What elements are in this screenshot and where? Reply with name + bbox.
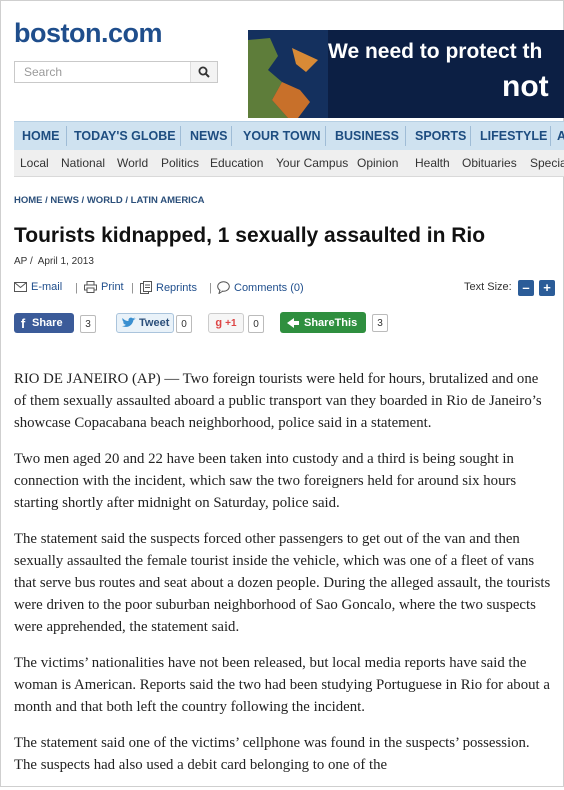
facebook-share-button[interactable]: f Share <box>14 313 74 333</box>
comment-bubble-icon <box>217 281 230 294</box>
reprints-link[interactable]: Reprints <box>140 281 197 294</box>
article-paragraph: The victims’ nationalities have not been… <box>14 655 550 715</box>
nav-divider <box>470 126 471 146</box>
byline-date: April 1, 2013 <box>37 256 94 267</box>
facebook-icon: f <box>20 315 26 331</box>
banner-subline: not <box>502 70 549 103</box>
nav-divider <box>231 126 232 146</box>
nav-divider <box>180 126 181 146</box>
twitter-bird-icon <box>122 317 136 327</box>
nav-divider <box>405 126 406 146</box>
subnav-health[interactable]: Health <box>415 150 450 176</box>
search-icon <box>198 66 210 78</box>
subnav-education[interactable]: Education <box>210 150 263 176</box>
sharethis-button[interactable]: ShareThis <box>280 312 366 333</box>
document-icon <box>140 281 152 294</box>
search-box <box>14 61 218 83</box>
nav-your-town[interactable]: YOUR TOWN <box>237 122 327 150</box>
text-size-label: Text Size: <box>464 281 512 293</box>
facebook-share-label: Share <box>32 317 63 329</box>
email-link[interactable]: E-mail <box>14 281 62 293</box>
tools-divider: | <box>131 282 134 294</box>
search-input[interactable] <box>15 62 194 82</box>
article-paragraph: The statement said one of the victims’ c… <box>14 735 530 773</box>
nav-todays-globe[interactable]: TODAY'S GLOBE <box>68 122 182 150</box>
text-size-increase-button[interactable]: + <box>539 280 555 296</box>
secondary-nav: Local National World Politics Education … <box>14 150 564 177</box>
article-paragraph: RIO DE JANEIRO (AP) — Two foreign touris… <box>14 371 542 431</box>
article-body: RIO DE JANEIRO (AP) — Two foreign touris… <box>14 368 554 790</box>
nav-news[interactable]: NEWS <box>184 122 234 150</box>
envelope-icon <box>14 282 27 292</box>
google-plus-icon: g <box>215 317 223 329</box>
search-button[interactable] <box>190 62 217 82</box>
nav-lifestyle[interactable]: LIFESTYLE <box>474 122 553 150</box>
subnav-special[interactable]: Specia <box>530 150 564 176</box>
subnav-your-campus[interactable]: Your Campus <box>276 150 348 176</box>
byline: AP / April 1, 2013 <box>14 256 94 267</box>
reprints-label: Reprints <box>156 281 197 294</box>
subnav-world[interactable]: World <box>117 150 148 176</box>
article-paragraph: The statement said the suspects forced o… <box>14 531 551 635</box>
nav-more[interactable]: A <box>551 122 564 150</box>
print-label: Print <box>101 281 124 293</box>
sharethis-count: 3 <box>372 314 388 332</box>
breadcrumb-news[interactable]: NEWS <box>50 195 79 206</box>
breadcrumb: HOME / NEWS / WORLD / LATIN AMERICA <box>14 195 205 206</box>
comments-label: Comments (0) <box>234 281 304 294</box>
article-title: Tourists kidnapped, 1 sexually assaulted… <box>14 224 486 247</box>
nav-home[interactable]: HOME <box>16 122 66 150</box>
ad-banner[interactable]: We need to protect th not <box>248 30 564 118</box>
tweet-label: Tweet <box>139 317 170 329</box>
nav-divider <box>66 126 67 146</box>
share-icon <box>287 317 299 328</box>
subnav-politics[interactable]: Politics <box>161 150 199 176</box>
twitter-tweet-button[interactable]: Tweet <box>116 313 174 333</box>
google-plus-button[interactable]: g +1 <box>208 313 244 333</box>
comments-link[interactable]: Comments (0) <box>217 281 304 294</box>
nav-sports[interactable]: SPORTS <box>409 122 472 150</box>
breadcrumb-world[interactable]: WORLD <box>87 195 123 206</box>
email-label: E-mail <box>31 281 63 293</box>
sharethis-label: ShareThis <box>304 316 358 329</box>
tools-divider: | <box>209 282 212 294</box>
breadcrumb-home[interactable]: HOME <box>14 195 43 206</box>
subnav-local[interactable]: Local <box>20 150 49 176</box>
banner-map-graphic <box>248 30 328 118</box>
byline-source: AP <box>14 256 28 267</box>
google-plus-label: +1 <box>225 317 237 329</box>
site-logo[interactable]: boston.com <box>14 18 163 49</box>
subnav-obituaries[interactable]: Obituaries <box>462 150 517 176</box>
subnav-opinion[interactable]: Opinion <box>357 150 398 176</box>
text-size-decrease-button[interactable]: – <box>518 280 534 296</box>
article-paragraph: Two men aged 20 and 22 have been taken i… <box>14 451 517 511</box>
primary-nav: HOME TODAY'S GLOBE NEWS YOUR TOWN BUSINE… <box>14 121 564 150</box>
tweet-count: 0 <box>176 315 192 333</box>
printer-icon <box>84 281 97 293</box>
print-link[interactable]: Print <box>84 281 124 293</box>
nav-business[interactable]: BUSINESS <box>329 122 405 150</box>
tools-divider: | <box>75 282 78 294</box>
nav-divider <box>325 126 326 146</box>
banner-headline: We need to protect th <box>328 40 543 63</box>
subnav-national[interactable]: National <box>61 150 105 176</box>
breadcrumb-latin-america[interactable]: LATIN AMERICA <box>131 195 205 206</box>
google-plus-count: 0 <box>248 315 264 333</box>
facebook-share-count: 3 <box>80 315 96 333</box>
